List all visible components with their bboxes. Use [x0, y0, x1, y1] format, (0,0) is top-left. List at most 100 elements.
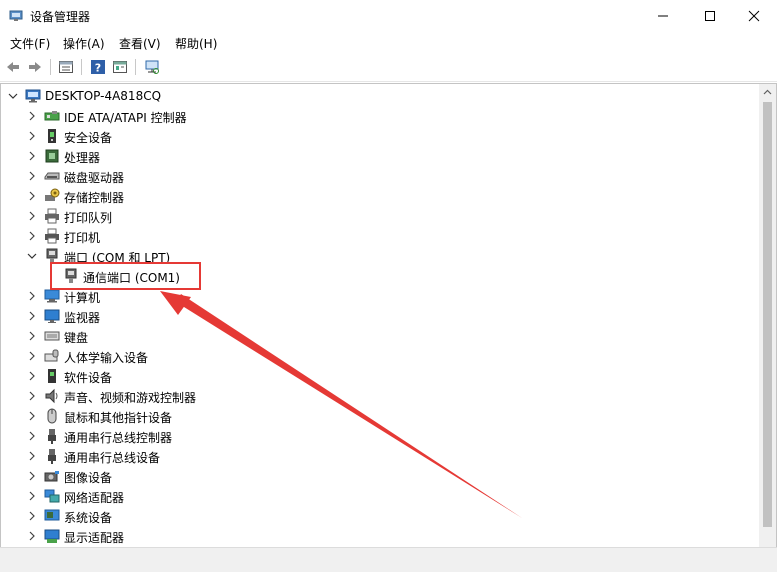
tree-item-system[interactable]: 系统设备 — [1, 506, 757, 526]
tree-item-ide[interactable]: IDE ATA/ATAPI 控制器 — [1, 106, 757, 126]
show-hidden-button[interactable] — [111, 58, 129, 76]
expand-chevron-icon[interactable] — [26, 149, 38, 163]
tree-item-software[interactable]: 软件设备 — [1, 366, 757, 386]
forward-icon — [29, 62, 41, 72]
tree-item-label: 计算机 — [64, 291, 101, 305]
scan-hardware-button[interactable] — [143, 58, 161, 76]
tree-item-label: 人体学输入设备 — [64, 351, 149, 365]
tree-item-label: 图像设备 — [64, 471, 113, 485]
expand-chevron-icon[interactable] — [26, 229, 38, 243]
scroll-up-button[interactable] — [759, 84, 776, 101]
chevron-up-icon — [763, 89, 772, 95]
forward-button[interactable] — [26, 58, 44, 76]
menu-file[interactable]: 文件(F) — [10, 35, 50, 52]
tree-item-label: 安全设备 — [64, 131, 113, 145]
scan-hardware-icon — [145, 60, 159, 74]
close-icon — [748, 10, 760, 22]
expand-chevron-icon[interactable] — [26, 309, 38, 323]
expand-chevron-icon[interactable] — [26, 489, 38, 503]
expand-chevron-icon[interactable] — [26, 409, 38, 423]
tree-item-label: 通用串行总线控制器 — [64, 431, 173, 445]
monitor-icon — [44, 309, 60, 323]
tree-item-label: 存储控制器 — [64, 191, 125, 205]
maximize-button[interactable] — [687, 0, 733, 32]
expand-chevron-icon[interactable] — [26, 369, 38, 383]
software-device-icon — [48, 369, 56, 383]
vertical-scrollbar[interactable] — [759, 84, 776, 547]
tree-item-display-adapters[interactable]: 显示适配器 — [1, 526, 757, 546]
tree-item-printer[interactable]: 打印机 — [1, 226, 757, 246]
show-hidden-icon — [113, 61, 127, 73]
expand-chevron-icon[interactable] — [26, 169, 38, 183]
menu-action[interactable]: 操作(A) — [63, 35, 105, 52]
tree-item-label: 磁盘驱动器 — [64, 171, 125, 185]
tree-item-label: 系统设备 — [64, 511, 113, 525]
tree-item-processor[interactable]: 处理器 — [1, 146, 757, 166]
expand-chevron-icon[interactable] — [26, 389, 38, 403]
menu-view[interactable]: 查看(V) — [119, 35, 161, 52]
tree-item-label: 监视器 — [64, 311, 101, 325]
back-button[interactable] — [4, 58, 22, 76]
tree-item-print-queue[interactable]: 打印队列 — [1, 206, 757, 226]
maximize-icon — [705, 11, 715, 21]
annotation-highlight-box — [50, 262, 201, 290]
expand-chevron-icon[interactable] — [26, 189, 38, 203]
expand-chevron-icon[interactable] — [26, 109, 38, 123]
tree-item-hid[interactable]: 人体学输入设备 — [1, 346, 757, 366]
menu-help[interactable]: 帮助(H) — [175, 35, 217, 52]
back-icon — [7, 62, 19, 72]
scroll-thumb[interactable] — [763, 102, 772, 527]
tree-item-disk[interactable]: 磁盘驱动器 — [1, 166, 757, 186]
tree-item-security[interactable]: 安全设备 — [1, 126, 757, 146]
tree-item-usb-devices[interactable]: 通用串行总线设备 — [1, 446, 757, 466]
tree-item-network[interactable]: 网络适配器 — [1, 486, 757, 506]
display-adapter-icon — [44, 529, 60, 543]
hid-icon — [44, 349, 59, 362]
expand-chevron-icon[interactable] — [26, 129, 38, 143]
tree-item-label: 键盘 — [64, 331, 89, 345]
expand-chevron-icon[interactable] — [26, 529, 38, 543]
minimize-button[interactable] — [640, 0, 686, 32]
expand-chevron-icon[interactable] — [26, 509, 38, 523]
tree-root-row[interactable]: DESKTOP-4A818CQ — [1, 86, 757, 106]
title-bar: 设备管理器 — [0, 0, 777, 32]
toolbar-separator — [50, 59, 51, 75]
tree-item-usb-controllers[interactable]: 通用串行总线控制器 — [1, 426, 757, 446]
tree-item-keyboard[interactable]: 键盘 — [1, 326, 757, 346]
tree-item-label: 处理器 — [64, 151, 101, 165]
tree-item-label: 软件设备 — [64, 371, 113, 385]
tree-root-label: DESKTOP-4A818CQ — [45, 89, 162, 103]
computer-icon — [44, 289, 60, 303]
expand-chevron-icon[interactable] — [26, 329, 38, 343]
ide-controller-icon — [44, 111, 60, 121]
expand-chevron-icon[interactable] — [26, 349, 38, 363]
collapse-chevron-icon[interactable] — [7, 89, 19, 103]
expand-chevron-icon[interactable] — [26, 469, 38, 483]
tree-item-storage[interactable]: 存储控制器 — [1, 186, 757, 206]
system-device-icon — [44, 509, 60, 521]
help-button[interactable]: ? — [89, 58, 107, 76]
tree-item-label: 通用串行总线设备 — [64, 451, 161, 465]
storage-controller-icon — [45, 188, 60, 201]
properties-icon — [59, 61, 73, 73]
tree-item-monitor[interactable]: 监视器 — [1, 306, 757, 326]
processor-icon — [45, 149, 59, 163]
collapse-chevron-icon[interactable] — [26, 249, 38, 263]
computer-icon — [25, 89, 41, 103]
close-button[interactable] — [731, 0, 777, 32]
svg-text:?: ? — [95, 62, 101, 75]
minimize-icon — [658, 15, 668, 17]
expand-chevron-icon[interactable] — [26, 209, 38, 223]
device-tree[interactable]: DESKTOP-4A818CQ IDE ATA/ATAPI 控制器 安全设备 处… — [0, 83, 777, 547]
expand-chevron-icon[interactable] — [26, 429, 38, 443]
tree-item-label: 显示适配器 — [64, 531, 125, 545]
toolbar-separator — [135, 59, 136, 75]
properties-button[interactable] — [57, 58, 75, 76]
tree-item-imaging[interactable]: 图像设备 — [1, 466, 757, 486]
device-manager-icon — [9, 10, 23, 21]
expand-chevron-icon[interactable] — [26, 289, 38, 303]
tree-item-mouse[interactable]: 鼠标和其他指针设备 — [1, 406, 757, 426]
expand-chevron-icon[interactable] — [26, 449, 38, 463]
tree-item-sound[interactable]: 声音、视频和游戏控制器 — [1, 386, 757, 406]
sound-icon — [45, 388, 58, 404]
